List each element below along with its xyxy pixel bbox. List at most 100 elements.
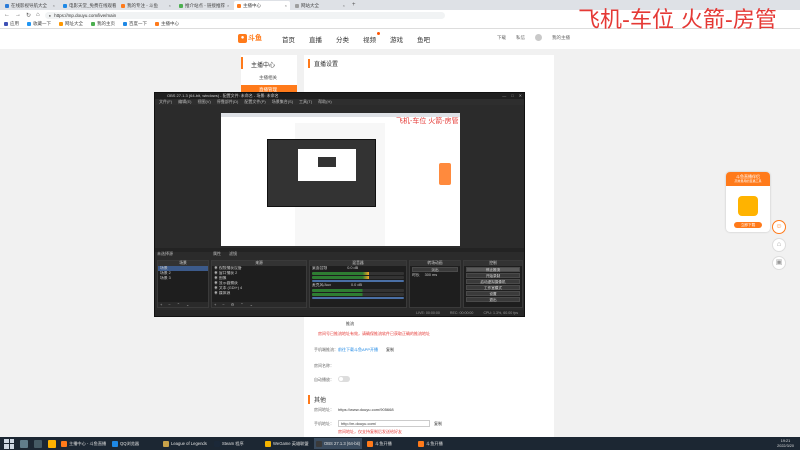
taskbar-app[interactable]: League of Legends [161,438,209,449]
taskbar-app[interactable]: 斗鱼开播 [416,438,464,449]
back-icon[interactable]: ← [4,12,10,18]
remove-source-icon[interactable]: − [222,302,224,307]
copy-button[interactable]: 复制 [386,347,394,353]
new-tab-icon[interactable]: + [352,1,356,10]
autoplay-toggle[interactable] [338,376,350,382]
add-source-icon[interactable]: + [214,302,216,307]
browser-tab[interactable]: 电影天堂_免费在线观看× [60,1,116,10]
reload-icon[interactable]: ↻ [26,12,31,19]
obs-menu-item[interactable]: 视图(V) [197,99,210,105]
close-icon[interactable]: ✕ [519,93,522,99]
nav-item[interactable]: 游戏 [390,34,403,44]
bookmark-label: 主播中心 [161,21,179,26]
bookmark-item[interactable]: 我的主页 [91,21,115,27]
control-button[interactable]: 设置 [466,291,520,296]
control-button[interactable]: 退出 [466,297,520,302]
start-icon[interactable] [4,438,14,449]
add-scene-icon[interactable]: + [160,302,162,307]
download-link[interactable]: 下载 [497,35,506,41]
obs-window: OBS 27.1.3 (64-bit, windows) - 配置文件: 未命名… [154,92,525,317]
room-address-value[interactable]: https://www.douyu.com/905668 [338,407,394,412]
taskbar-app[interactable]: 主播中心 - 斗鱼直播 [59,438,107,449]
tab-favicon-icon [237,3,241,8]
properties-button[interactable]: 属性 [213,251,221,257]
nav-item[interactable]: 视频 [363,32,380,44]
taskbar-app[interactable]: QQ浏览器 [110,438,158,449]
obs-menu-item[interactable]: 帮助(H) [318,99,332,105]
volume-slider[interactable] [312,297,404,299]
obs-menu-item[interactable]: 编辑(E) [178,99,191,105]
control-button[interactable]: 启动虚拟摄像机 [466,279,520,284]
maximize-icon[interactable]: □ [511,93,513,99]
folder-icon[interactable] [48,439,56,448]
chat-icon[interactable]: ☺ [772,220,786,234]
move-up-icon[interactable]: ⌃ [177,302,180,307]
minimize-icon[interactable]: — [502,93,506,99]
ad-download-button[interactable]: 立即下载 [734,222,762,228]
control-button[interactable]: 停止推流 [466,267,520,272]
tab-close-icon[interactable]: × [227,3,229,8]
remove-scene-icon[interactable]: − [168,302,170,307]
tab-close-icon[interactable]: × [343,3,345,8]
messages-link[interactable]: 私信 [516,35,525,41]
clock[interactable]: 19:21 2022/3/20 [777,439,794,448]
bookmark-item[interactable]: 网址大全 [59,21,83,27]
source-up-icon[interactable]: ⌃ [240,302,243,307]
obs-preview[interactable]: 飞机-车位 火箭-房管 [221,113,460,246]
taskbar-app[interactable]: OBS 27.1.3 (64-bit) [314,438,362,449]
url-field[interactable]: ● https://mp.douyu.com/live/main [44,11,445,19]
bookmark-label: 我的主页 [97,21,115,26]
home-icon[interactable]: ⌂ [772,238,786,252]
tab-close-icon[interactable]: × [53,3,55,8]
bookmark-item[interactable]: 主播中心 [155,21,179,27]
obs-menu-item[interactable]: 文件(F) [159,99,172,105]
task-view-icon[interactable] [34,439,42,448]
search-icon[interactable] [20,439,28,448]
bookmark-item[interactable]: 应用 [4,21,19,27]
site-logo[interactable]: ● 斗鱼 [238,32,268,44]
browser-tab[interactable]: 在线影视导航大全 × [2,1,58,10]
sidebar-item-streamer[interactable]: 主播相关 [241,69,297,81]
taskbar-app[interactable]: 斗鱼开播 [365,438,413,449]
nav-item[interactable]: 直播 [309,34,322,44]
obs-menu-item[interactable]: 场景集合(S) [272,99,293,105]
taskbar-app[interactable]: Steam 程序 [212,438,260,449]
browser-tab[interactable]: 推介站点 - 链接推荐 × [176,1,232,10]
obs-menu-item[interactable]: 配置文件(P) [244,99,265,105]
source-settings-icon[interactable]: ⚙ [231,302,235,307]
mobile-address-field[interactable]: http://m.douyu.com/ [338,420,430,427]
obs-menu-item[interactable]: 停靠部件(D) [217,99,239,105]
forward-icon[interactable]: → [15,12,21,18]
sources-panel: 来源 ◉ 视频捕获设备 ◉ 窗口捕获 2 ◉ 图像 ◉ 显示器捕获 ◉ 文本 (GDI+… [211,260,307,308]
transition-select[interactable]: 淡出 [412,267,458,272]
browser-tab[interactable]: 网站大全 × [292,1,348,10]
avatar[interactable] [535,34,542,41]
floating-ad[interactable]: 斗鱼直播伴侣 高效易用的直播工具 立即下载 [726,172,770,232]
move-down-icon[interactable]: ⌄ [186,302,189,307]
taskbar-app[interactable]: WeGame 英雄联盟 [263,438,311,449]
volume-slider[interactable] [312,280,404,282]
my-streamer-link[interactable]: 我的主播 [552,35,570,41]
home-icon[interactable]: ⌂ [36,12,40,18]
control-button[interactable]: 工作室模式 [466,285,520,290]
source-down-icon[interactable]: ⌄ [250,302,253,307]
browser-tab[interactable]: 我的专注 - 斗鱼 × [118,1,174,10]
obs-menu-item[interactable]: 工具(T) [299,99,312,105]
app-icon[interactable]: ▣ [772,256,786,270]
bookmark-item[interactable]: 收藏一下 [27,21,51,27]
copy-address-button[interactable]: 复制 [434,421,442,427]
tab-close-icon[interactable]: × [169,3,171,8]
tab-close-icon[interactable]: × [285,3,287,8]
duration-field[interactable]: 300 ms [425,273,437,277]
nav-item[interactable]: 鱼吧 [417,34,430,44]
source-item[interactable]: ◉ 媒体源 [212,291,306,296]
filters-button[interactable]: 滤镜 [229,251,237,257]
nav-item[interactable]: 首页 [282,34,295,44]
mobile-link[interactable]: 前往下载斗鱼APP开播 [338,347,378,353]
control-button[interactable]: 开始录制 [466,273,520,278]
bookmark-item[interactable]: 百度一下 [123,21,147,27]
nav-item[interactable]: 分类 [336,34,349,44]
controls-panel: 控制 停止推流 开始录制 启动虚拟摄像机 工作室模式 设置 退出 [463,260,523,308]
browser-tab[interactable]: 主播中心 × [234,1,290,10]
scene-item[interactable]: 场景 3 [158,276,208,281]
